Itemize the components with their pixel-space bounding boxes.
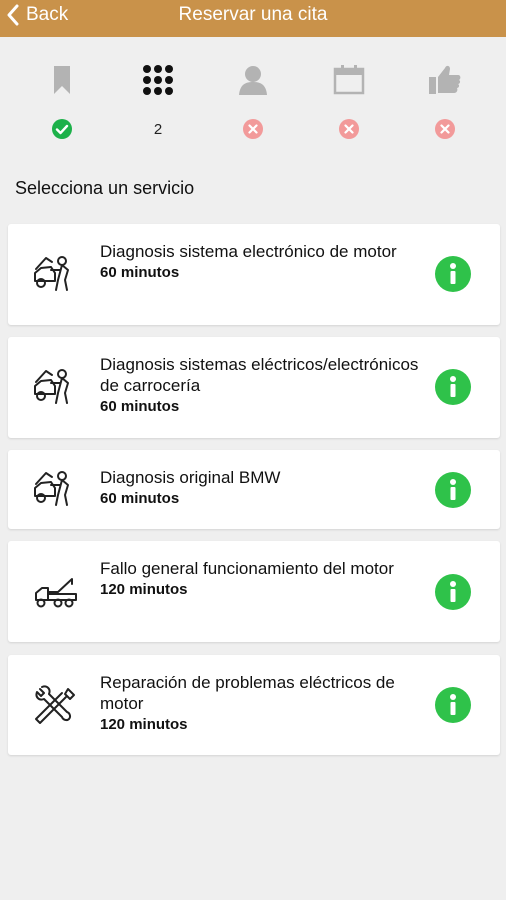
tow-truck-icon bbox=[35, 578, 77, 608]
service-duration: 60 minutos bbox=[100, 490, 180, 507]
step-service: 2 bbox=[128, 60, 188, 140]
thumbs-up-icon bbox=[429, 65, 461, 94]
mechanic-car-icon bbox=[34, 471, 69, 506]
info-icon bbox=[450, 479, 456, 500]
service-name: Diagnosis sistema electrónico de motor bbox=[100, 242, 397, 261]
step-date bbox=[319, 60, 379, 140]
service-name: Fallo general funcionamiento del motor bbox=[100, 559, 394, 578]
service-name: Diagnosis original BMW bbox=[100, 468, 281, 487]
calendar-icon bbox=[333, 65, 365, 95]
info-button[interactable] bbox=[435, 369, 471, 405]
info-button[interactable] bbox=[435, 574, 471, 610]
step-service-type bbox=[32, 60, 92, 140]
check-circle-icon bbox=[52, 119, 72, 139]
info-icon bbox=[450, 581, 456, 602]
step-confirm bbox=[415, 60, 475, 140]
service-card[interactable]: Diagnosis sistema electrónico de motor 6… bbox=[8, 224, 500, 325]
service-duration: 120 minutos bbox=[100, 716, 188, 733]
service-duration: 60 minutos bbox=[100, 398, 180, 415]
service-duration: 60 minutos bbox=[100, 264, 180, 281]
x-circle-icon bbox=[243, 119, 263, 139]
info-icon bbox=[450, 263, 456, 284]
service-name: Diagnosis sistemas eléctricos/electrónic… bbox=[100, 355, 419, 395]
x-circle-icon bbox=[339, 119, 359, 139]
info-button[interactable] bbox=[435, 687, 471, 723]
service-card[interactable]: Diagnosis original BMW 60 minutos bbox=[8, 450, 500, 529]
x-circle-icon bbox=[435, 119, 455, 139]
step-customer bbox=[223, 60, 283, 140]
wrench-screwdriver-icon bbox=[35, 685, 75, 724]
info-button[interactable] bbox=[435, 256, 471, 292]
service-name: Reparación de problemas eléctricos de mo… bbox=[100, 673, 395, 713]
booking-steps: 2 bbox=[0, 60, 506, 150]
mechanic-car-icon bbox=[34, 256, 69, 291]
info-icon bbox=[450, 694, 456, 715]
person-icon bbox=[239, 66, 267, 95]
service-card[interactable]: Diagnosis sistemas eléctricos/electrónic… bbox=[8, 337, 500, 438]
top-navigation-bar: Back Reservar una cita bbox=[0, 0, 506, 37]
section-title: Selecciona un servicio bbox=[15, 178, 195, 198]
grid-icon bbox=[143, 65, 173, 95]
service-card[interactable]: Fallo general funcionamiento del motor 1… bbox=[8, 541, 500, 642]
page-title: Reservar una cita bbox=[178, 4, 328, 25]
info-button[interactable] bbox=[435, 472, 471, 508]
service-card[interactable]: Reparación de problemas eléctricos de mo… bbox=[8, 655, 500, 755]
service-duration: 120 minutos bbox=[100, 581, 188, 598]
info-icon bbox=[450, 376, 456, 397]
bookmark-icon bbox=[54, 66, 70, 94]
mechanic-car-icon bbox=[34, 369, 69, 404]
current-step-number: 2 bbox=[153, 120, 163, 138]
